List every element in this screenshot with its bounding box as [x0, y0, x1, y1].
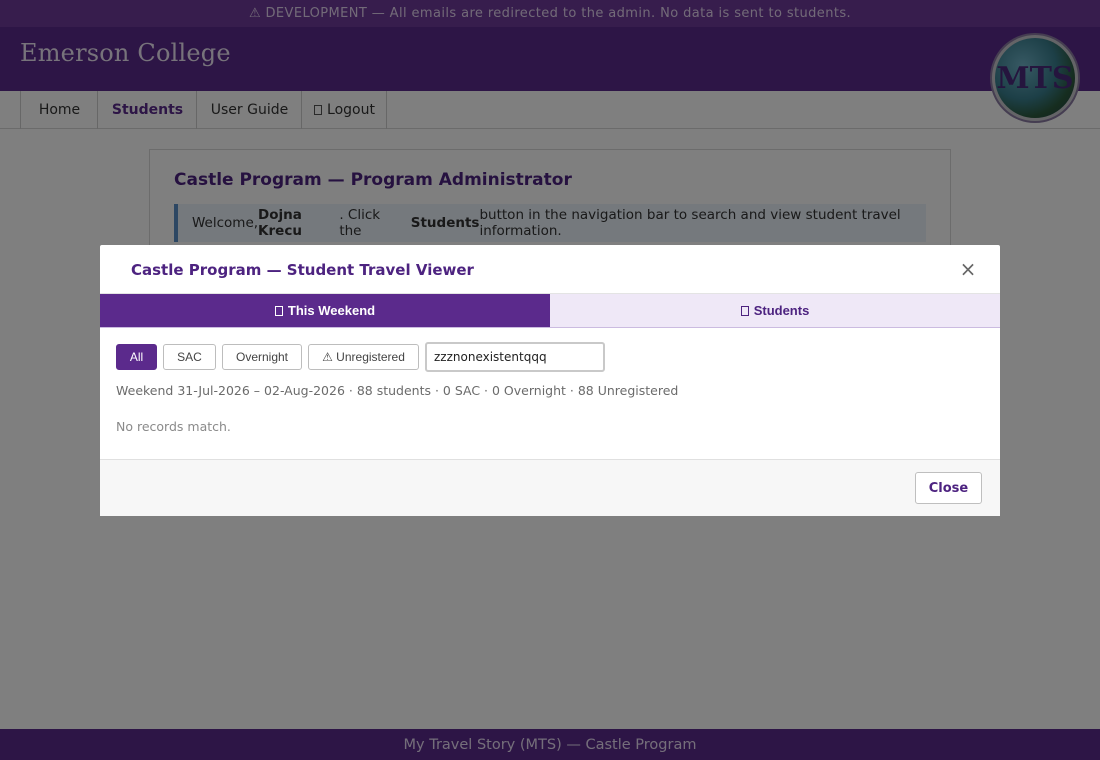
modal-footer: Close — [100, 459, 1000, 516]
calendar-icon — [274, 305, 283, 316]
people-icon — [740, 305, 749, 316]
filter-sac-button[interactable]: SAC — [163, 344, 216, 370]
modal-title: Castle Program — Student Travel Viewer — [131, 261, 474, 279]
modal-tabs: This Weekend Students — [100, 294, 1000, 328]
empty-state-message: No records match. — [116, 419, 231, 434]
filter-all-button[interactable]: All — [116, 344, 157, 370]
close-icon[interactable]: × — [958, 258, 978, 280]
modal-header: Castle Program — Student Travel Viewer × — [100, 245, 1000, 294]
filter-unregistered-button[interactable]: ⚠ Unregistered — [308, 344, 419, 370]
tab-students-label: Students — [753, 303, 810, 318]
search-input[interactable] — [425, 342, 605, 372]
student-travel-viewer-modal: Castle Program — Student Travel Viewer ×… — [100, 245, 1000, 516]
weekend-summary: Weekend 31-Jul-2026 – 02-Aug-2026 · 88 s… — [116, 383, 679, 398]
tab-this-weekend-label: This Weekend — [287, 303, 376, 318]
close-button[interactable]: Close — [915, 472, 982, 504]
filter-overnight-button[interactable]: Overnight — [222, 344, 302, 370]
tab-this-weekend[interactable]: This Weekend — [100, 294, 550, 327]
tab-students[interactable]: Students — [550, 294, 1000, 327]
